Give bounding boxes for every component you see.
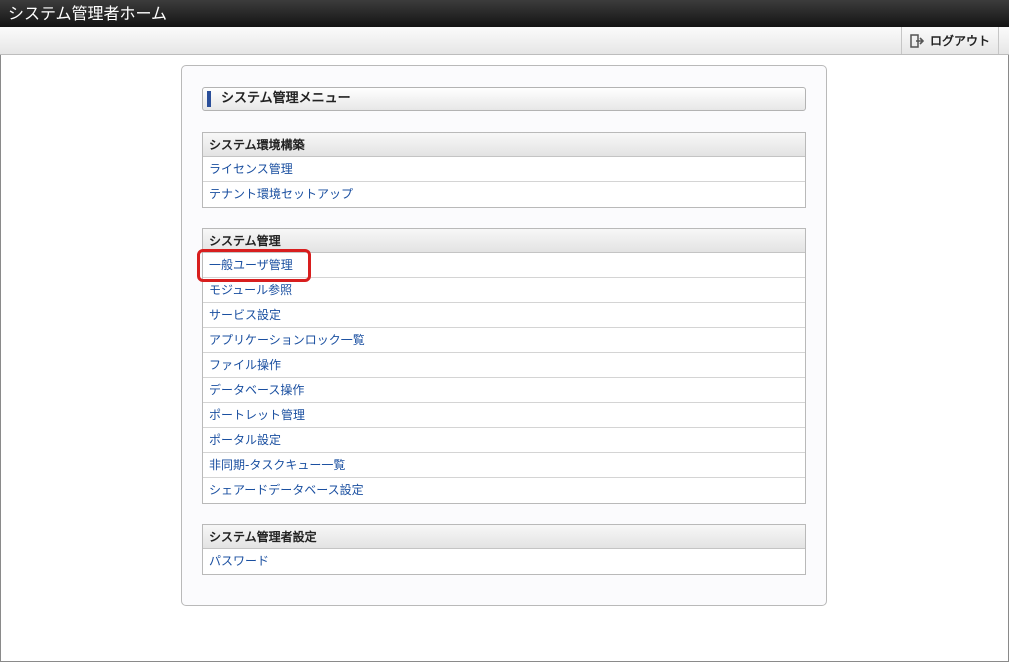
logout-label: ログアウト: [929, 34, 990, 48]
list-item: ライセンス管理: [203, 157, 805, 182]
link-database-operation[interactable]: データベース操作: [209, 383, 304, 397]
menu-panel: システム管理メニュー システム環境構築 ライセンス管理 テナント環境セットアップ…: [181, 65, 827, 606]
section-system-environment: システム環境構築 ライセンス管理 テナント環境セットアップ: [202, 132, 806, 208]
list-item: ポートレット管理: [203, 403, 805, 428]
list-item: サービス設定: [203, 303, 805, 328]
link-application-lock-list[interactable]: アプリケーションロック一覧: [209, 333, 365, 347]
list-item: パスワード: [203, 549, 805, 574]
section-admin-settings: システム管理者設定 パスワード: [202, 524, 806, 575]
list-item: ファイル操作: [203, 353, 805, 378]
window-title: システム管理者ホーム: [0, 0, 1009, 27]
link-portlet-management[interactable]: ポートレット管理: [209, 408, 305, 422]
menu-title: システム管理メニュー: [202, 87, 806, 111]
link-async-task-queue-list[interactable]: 非同期-タスクキュー一覧: [209, 458, 345, 472]
section-header: システム環境構築: [203, 133, 805, 157]
link-service-settings[interactable]: サービス設定: [209, 308, 281, 322]
list-item: テナント環境セットアップ: [203, 182, 805, 207]
list-item: データベース操作: [203, 378, 805, 403]
list-item: アプリケーションロック一覧: [203, 328, 805, 353]
logout-icon: [910, 33, 924, 48]
list-item: 非同期-タスクキュー一覧: [203, 453, 805, 478]
list-item: ポータル設定: [203, 428, 805, 453]
link-license-management[interactable]: ライセンス管理: [209, 162, 293, 176]
menu-title-text: システム管理メニュー: [221, 91, 351, 106]
logout-button[interactable]: ログアウト: [901, 27, 999, 54]
toolbar: ログアウト: [0, 27, 1009, 55]
highlight-box: [197, 249, 311, 282]
section-header: システム管理者設定: [203, 525, 805, 549]
title-accent-bar: [207, 91, 211, 107]
link-tenant-setup[interactable]: テナント環境セットアップ: [209, 187, 353, 201]
link-shared-database-settings[interactable]: シェアードデータベース設定: [209, 483, 364, 497]
list-item: シェアードデータベース設定: [203, 478, 805, 503]
link-portal-settings[interactable]: ポータル設定: [209, 433, 281, 447]
link-file-operation[interactable]: ファイル操作: [209, 358, 281, 372]
link-password[interactable]: パスワード: [209, 554, 269, 568]
link-module-reference[interactable]: モジュール参照: [209, 283, 292, 297]
